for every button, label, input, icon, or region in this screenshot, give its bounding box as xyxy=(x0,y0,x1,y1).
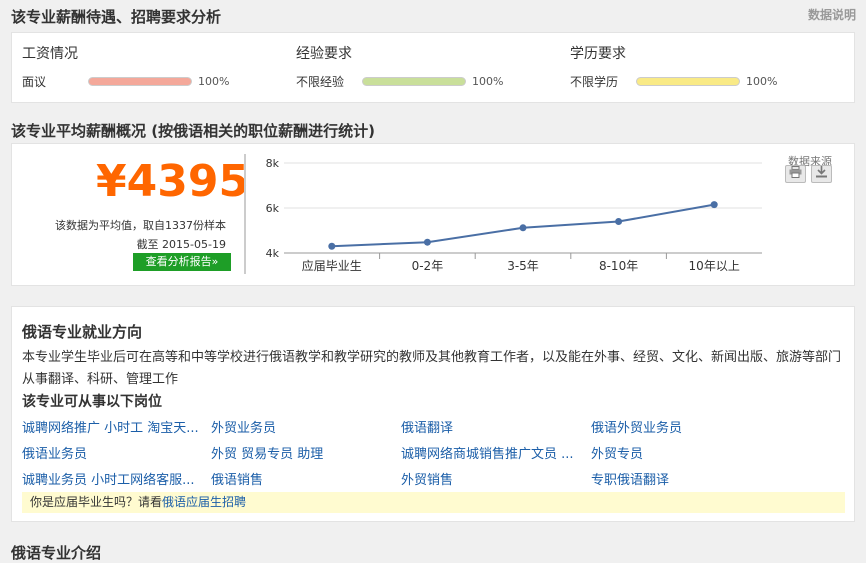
x-tick-label: 0-2年 xyxy=(412,259,444,273)
salary-requirements-title: 该专业薪酬待遇、招聘要求分析 xyxy=(11,8,222,26)
x-tick-label: 应届毕业生 xyxy=(302,258,362,273)
data-point xyxy=(710,201,718,209)
salary-status-label: 工资情况 xyxy=(22,46,78,62)
experience-percent: 100% xyxy=(472,75,504,88)
salary-line-chart: 8k 6k 4k 应届毕业生 0-2年 3-5年 8-10年 10年以上 xyxy=(266,157,762,273)
job-link[interactable]: 外贸专员 xyxy=(591,443,643,462)
experience-column: 经验要求 不限经验 100% xyxy=(296,43,556,90)
graduate-jobs-link[interactable]: 俄语应届生招聘 xyxy=(162,495,246,509)
y-tick-label: 6k xyxy=(266,202,280,215)
job-link[interactable]: 俄语外贸业务员 xyxy=(591,417,682,436)
x-tick-label: 10年以上 xyxy=(689,259,740,273)
data-explanation-link[interactable]: 数据说明 xyxy=(808,6,856,23)
salary-status-bar xyxy=(88,77,192,86)
view-report-button[interactable]: 查看分析报告» xyxy=(133,253,231,271)
salary-overview-card: ¥4395 该数据为平均值，取自1337份样本 截至 2015-05-19 查看… xyxy=(11,143,855,286)
graduate-tip-bar: 你是应届毕业生吗？请看俄语应届生招聘 xyxy=(22,492,845,513)
salary-status-percent: 100% xyxy=(198,75,230,88)
education-value: 不限学历 xyxy=(570,75,619,89)
education-percent: 100% xyxy=(746,75,778,88)
job-link[interactable]: 诚聘网络推广 小时工 淘宝天... xyxy=(22,417,199,436)
requirements-card: 工资情况 面议 100% 经验要求 不限经验 100% 学历要求 不限学历 10… xyxy=(11,32,855,103)
career-description: 本专业学生毕业后可在高等和中等学校进行俄语教学和教学研究的教师及其他教育工作者，… xyxy=(22,350,842,387)
y-tick-label: 4k xyxy=(266,247,280,260)
career-direction-title: 俄语专业就业方向 xyxy=(22,323,143,341)
printer-icon[interactable] xyxy=(785,165,806,183)
job-link[interactable]: 外贸 贸易专员 助理 xyxy=(211,443,323,462)
x-tick-label: 3-5年 xyxy=(507,259,539,273)
education-bar xyxy=(636,77,740,86)
x-tick-label: 8-10年 xyxy=(599,259,638,273)
vertical-divider xyxy=(244,154,246,274)
major-intro-title: 俄语专业介绍 xyxy=(11,544,102,562)
sample-size-text: 该数据为平均值，取自1337份样本 xyxy=(55,219,226,232)
salary-status-value: 面议 xyxy=(22,75,47,89)
average-salary-title: 该专业平均薪酬概况 (按俄语相关的职位薪酬进行统计) xyxy=(11,122,375,140)
job-link[interactable]: 诚聘网络商城销售推广文员 ... xyxy=(401,443,574,462)
job-link[interactable]: 俄语翻译 xyxy=(401,417,453,436)
data-point xyxy=(423,238,431,246)
data-point xyxy=(519,224,527,232)
experience-label: 经验要求 xyxy=(296,46,352,62)
job-link[interactable]: 俄语业务员 xyxy=(22,443,87,462)
education-column: 学历要求 不限学历 100% xyxy=(570,43,830,90)
y-tick-label: 8k xyxy=(266,157,280,170)
career-direction-card: 俄语专业就业方向 本专业学生毕业后可在高等和中等学校进行俄语教学和教学研究的教师… xyxy=(11,306,855,522)
experience-bar xyxy=(362,77,466,86)
data-point xyxy=(328,242,336,250)
available-positions-title: 该专业可从事以下岗位 xyxy=(22,394,162,410)
job-link[interactable]: 外贸业务员 xyxy=(211,417,276,436)
average-salary-value: ¥4395 xyxy=(96,156,250,207)
job-link[interactable]: 专职俄语翻译 xyxy=(591,469,669,488)
data-date-text: 截至 2015-05-19 xyxy=(136,238,226,251)
data-point xyxy=(615,218,623,225)
education-label: 学历要求 xyxy=(570,46,626,62)
job-link[interactable]: 外贸销售 xyxy=(401,469,453,488)
tip-prefix-text: 你是应届毕业生吗？请看 xyxy=(30,495,163,509)
download-icon[interactable] xyxy=(811,165,832,183)
salary-status-column: 工资情况 面议 100% xyxy=(22,43,282,90)
experience-value: 不限经验 xyxy=(296,75,345,89)
job-link[interactable]: 俄语销售 xyxy=(211,469,263,488)
job-link[interactable]: 诚聘业务员 小时工网络客服... xyxy=(22,469,195,488)
